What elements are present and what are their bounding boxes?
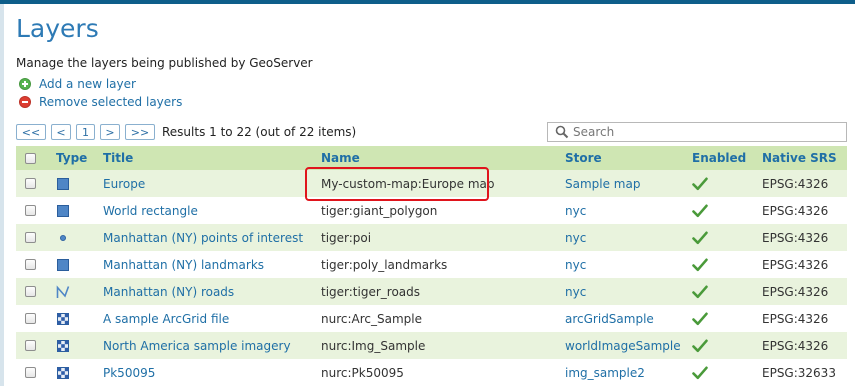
header-native-srs[interactable]: Native SRS xyxy=(762,146,837,170)
pagination: << < 1 > >> Results 1 to 22 (out of 22 i… xyxy=(16,123,356,141)
layer-name: nurc:Arc_Sample xyxy=(321,311,422,326)
layer-name: tiger:poi xyxy=(321,230,372,245)
layer-title-link[interactable]: Manhattan (NY) points of interest xyxy=(103,224,303,251)
point-type-icon xyxy=(56,224,70,251)
row-checkbox[interactable] xyxy=(25,205,36,216)
layer-title-link[interactable]: Manhattan (NY) roads xyxy=(103,278,234,305)
layers-table: Type Title Name Store Enabled Native SRS… xyxy=(16,146,847,386)
row-checkbox[interactable] xyxy=(25,313,36,324)
enabled-check-icon xyxy=(692,197,708,224)
enabled-check-icon xyxy=(692,332,708,359)
native-srs: EPSG:4326 xyxy=(762,284,829,299)
layer-title-link[interactable]: North America sample imagery xyxy=(103,332,291,359)
enabled-check-icon xyxy=(692,251,708,278)
table-row: Europe My-custom-map:Europe map Sample map… xyxy=(16,170,847,197)
page-description: Manage the layers being published by Geo… xyxy=(16,56,313,70)
search-box[interactable] xyxy=(547,122,847,142)
select-all-checkbox[interactable] xyxy=(25,152,36,164)
native-srs: EPSG:4326 xyxy=(762,311,829,326)
results-info: Results 1 to 22 (out of 22 items) xyxy=(162,125,357,139)
table-body: Europe My-custom-map:Europe map Sample map… xyxy=(16,170,847,386)
table-header: Type Title Name Store Enabled Native SRS xyxy=(16,146,847,170)
last-page-button[interactable]: >> xyxy=(125,124,155,140)
header-store[interactable]: Store xyxy=(565,146,602,170)
polygon-type-icon xyxy=(56,170,70,197)
native-srs: EPSG:4326 xyxy=(762,257,829,272)
layer-store-link[interactable]: img_sample2 xyxy=(565,359,645,386)
row-checkbox[interactable] xyxy=(25,340,36,351)
table-row: Manhattan (NY) points of interest tiger:p… xyxy=(16,224,847,251)
header-enabled[interactable]: Enabled xyxy=(692,146,746,170)
raster-type-icon xyxy=(56,332,70,359)
table-row: Manhattan (NY) roads tiger:tiger_roads nyc… xyxy=(16,278,847,305)
add-layer-label: Add a new layer xyxy=(39,77,136,91)
layer-store-link[interactable]: nyc xyxy=(565,278,586,305)
row-checkbox[interactable] xyxy=(25,178,36,189)
table-row: World rectangle tiger:giant_polygon nyc EPS… xyxy=(16,197,847,224)
native-srs: EPSG:4326 xyxy=(762,176,829,191)
enabled-check-icon xyxy=(692,224,708,251)
table-row: Manhattan (NY) landmarks tiger:poly_landm… xyxy=(16,251,847,278)
table-row: North America sample imagery nurc:Img_Sam… xyxy=(16,332,847,359)
layer-store-link[interactable]: arcGridSample xyxy=(565,305,654,332)
layer-name: nurc:Pk50095 xyxy=(321,365,404,380)
native-srs: EPSG:4326 xyxy=(762,338,829,353)
enabled-check-icon xyxy=(692,305,708,332)
search-icon xyxy=(555,125,569,139)
polygon-type-icon xyxy=(56,197,70,224)
enabled-check-icon xyxy=(692,278,708,305)
header-name[interactable]: Name xyxy=(321,146,360,170)
first-page-button[interactable]: << xyxy=(16,124,46,140)
native-srs: EPSG:4326 xyxy=(762,203,829,218)
page-1-button[interactable]: 1 xyxy=(76,124,95,140)
row-checkbox[interactable] xyxy=(25,286,36,297)
next-page-button[interactable]: > xyxy=(100,124,120,140)
row-checkbox[interactable] xyxy=(25,367,36,378)
layer-title-link[interactable]: Manhattan (NY) landmarks xyxy=(103,251,264,278)
layer-name: My-custom-map:Europe map xyxy=(321,176,495,191)
layers-page: Layers Manage the layers being published… xyxy=(16,4,855,386)
search-input[interactable] xyxy=(573,123,823,141)
header-title[interactable]: Title xyxy=(103,146,133,170)
enabled-check-icon xyxy=(692,359,708,386)
layer-name: tiger:poly_landmarks xyxy=(321,257,448,272)
layer-store-link[interactable]: nyc xyxy=(565,224,586,251)
remove-icon xyxy=(19,96,31,108)
page-title: Layers xyxy=(16,14,99,43)
add-layer-link[interactable]: Add a new layer xyxy=(19,76,136,92)
polygon-type-icon xyxy=(56,251,70,278)
header-type[interactable]: Type xyxy=(56,146,87,170)
layer-name: nurc:Img_Sample xyxy=(321,338,426,353)
remove-layers-label: Remove selected layers xyxy=(39,95,183,109)
layer-title-link[interactable]: World rectangle xyxy=(103,197,198,224)
row-checkbox[interactable] xyxy=(25,259,36,270)
left-sidebar-edge xyxy=(0,4,4,386)
row-checkbox[interactable] xyxy=(25,232,36,243)
native-srs: EPSG:4326 xyxy=(762,230,829,245)
layer-title-link[interactable]: Europe xyxy=(103,170,145,197)
prev-page-button[interactable]: < xyxy=(51,124,71,140)
remove-layers-link[interactable]: Remove selected layers xyxy=(19,94,182,110)
layer-name: tiger:giant_polygon xyxy=(321,203,438,218)
layer-store-link[interactable]: Sample map xyxy=(565,170,640,197)
layer-store-link[interactable]: nyc xyxy=(565,197,586,224)
table-row: A sample ArcGrid file nurc:Arc_Sample arcG… xyxy=(16,305,847,332)
add-icon xyxy=(19,78,31,90)
layer-name: tiger:tiger_roads xyxy=(321,284,421,299)
layer-title-link[interactable]: Pk50095 xyxy=(103,359,155,386)
layer-title-link[interactable]: A sample ArcGrid file xyxy=(103,305,229,332)
raster-type-icon xyxy=(56,359,70,386)
line-type-icon xyxy=(56,278,70,305)
table-row: Pk50095 nurc:Pk50095 img_sample2 EPSG:32633 xyxy=(16,359,847,386)
layer-store-link[interactable]: worldImageSample xyxy=(565,332,681,359)
enabled-check-icon xyxy=(692,170,708,197)
layer-store-link[interactable]: nyc xyxy=(565,251,586,278)
native-srs: EPSG:32633 xyxy=(762,365,836,380)
raster-type-icon xyxy=(56,305,70,332)
